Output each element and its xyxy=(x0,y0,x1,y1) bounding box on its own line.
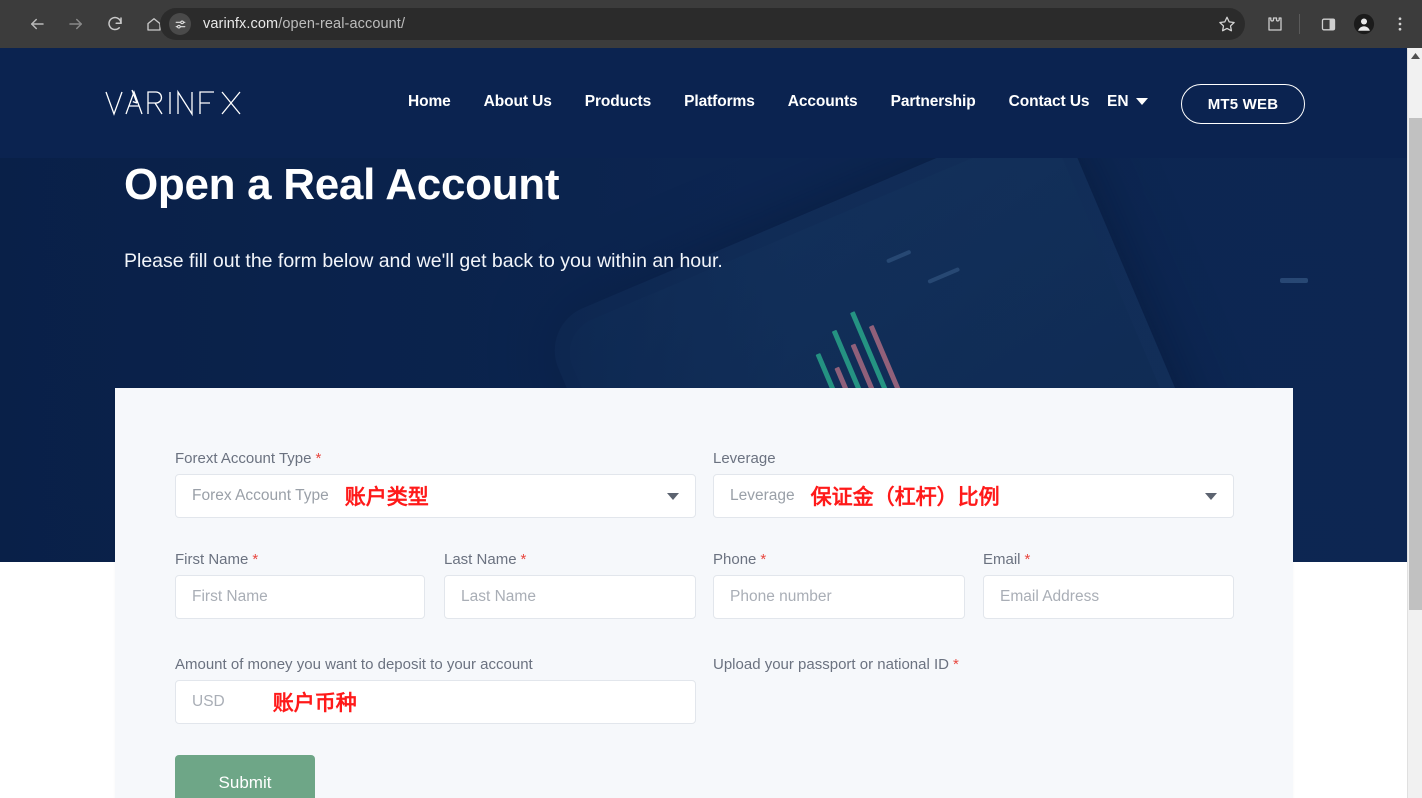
reload-button[interactable] xyxy=(100,9,130,39)
first-name-placeholder: First Name xyxy=(192,588,268,605)
varinfx-logo-icon xyxy=(105,89,241,117)
site-header: Home About Us Products Platforms Account… xyxy=(0,48,1407,158)
site-logo[interactable] xyxy=(104,89,244,117)
last-name-label: Last Name * xyxy=(444,551,526,568)
last-name-input[interactable]: Last Name xyxy=(444,575,696,619)
upload-id-label-text: Upload your passport or national ID xyxy=(713,656,949,673)
reload-icon xyxy=(108,16,122,31)
address-bar[interactable]: varinfx.com/open-real-account/ xyxy=(160,8,1245,40)
hero-subtext: Please fill out the form below and we'll… xyxy=(124,250,723,272)
phone-input[interactable]: Phone number xyxy=(713,575,965,619)
account-type-select[interactable]: Forex Account Type 账户类型 xyxy=(175,474,696,518)
email-label-text: Email xyxy=(983,551,1021,568)
first-name-required-mark: * xyxy=(252,551,259,568)
scroll-up-arrow-icon xyxy=(1410,53,1420,59)
deposit-amount-input[interactable]: USD 账户币种 xyxy=(175,680,696,724)
first-name-label-text: First Name xyxy=(175,551,249,568)
nav-link-products[interactable]: Products xyxy=(585,93,651,111)
profile-button[interactable] xyxy=(1349,9,1379,39)
account-type-required-mark: * xyxy=(315,450,322,467)
account-type-annotation: 账户类型 xyxy=(344,485,429,509)
first-name-input[interactable]: First Name xyxy=(175,575,425,619)
tune-settings-icon xyxy=(175,19,185,29)
language-label: EN xyxy=(1107,93,1129,110)
language-switcher[interactable]: EN xyxy=(1107,93,1148,111)
nav-link-platforms[interactable]: Platforms xyxy=(684,93,755,111)
nav-link-home[interactable]: Home xyxy=(408,93,451,111)
mt5-web-label: MT5 WEB xyxy=(1207,95,1279,113)
email-required-mark: * xyxy=(1024,551,1031,568)
leverage-label: Leverage xyxy=(713,450,776,467)
extensions-button[interactable] xyxy=(1260,9,1290,39)
submit-button[interactable]: Submit xyxy=(175,755,315,798)
last-name-label-text: Last Name xyxy=(444,551,517,568)
nav-link-contact-us[interactable]: Contact Us xyxy=(1009,93,1090,111)
email-input[interactable]: Email Address xyxy=(983,575,1234,619)
side-panel-icon xyxy=(1321,18,1335,30)
url-domain: varinfx.com xyxy=(203,16,279,32)
url-text: varinfx.com/open-real-account/ xyxy=(203,16,405,32)
side-panel-button[interactable] xyxy=(1313,9,1343,39)
nav-link-accounts[interactable]: Accounts xyxy=(788,93,858,111)
star-icon xyxy=(1219,16,1235,32)
browser-toolbar: varinfx.com/open-real-account/ xyxy=(0,0,1422,48)
hero-heading: Open a Real Account xyxy=(124,160,560,209)
forward-button[interactable] xyxy=(61,9,91,39)
page-viewport: Open a Real Account Please fill out the … xyxy=(0,48,1407,798)
upload-id-label: Upload your passport or national ID * xyxy=(713,656,959,673)
deposit-amount-annotation: 账户币种 xyxy=(272,691,357,715)
account-type-placeholder: Forex Account Type xyxy=(192,487,329,504)
scrollbar-thumb[interactable] xyxy=(1409,118,1422,610)
chrome-menu-button[interactable] xyxy=(1385,9,1415,39)
nav-link-partnership[interactable]: Partnership xyxy=(891,93,976,111)
leverage-placeholder: Leverage xyxy=(730,487,795,504)
page-scrollbar[interactable] xyxy=(1407,48,1422,798)
leverage-annotation: 保证金（杠杆）比例 xyxy=(810,485,1000,509)
scrollbar-up-button[interactable] xyxy=(1408,48,1422,64)
email-placeholder: Email Address xyxy=(1000,588,1100,605)
arrow-left-icon xyxy=(31,18,44,30)
arrow-right-icon xyxy=(69,18,82,30)
last-name-placeholder: Last Name xyxy=(461,588,536,605)
back-button[interactable] xyxy=(22,9,52,39)
first-name-label: First Name * xyxy=(175,551,258,568)
profile-avatar-icon xyxy=(1353,13,1375,35)
chevron-down-icon xyxy=(1135,98,1148,105)
deposit-amount-label-text: Amount of money you want to deposit to y… xyxy=(175,656,533,673)
last-name-required-mark: * xyxy=(520,551,527,568)
url-path: /open-real-account/ xyxy=(278,16,406,32)
upload-id-required-mark: * xyxy=(952,656,959,673)
phone-label: Phone * xyxy=(713,551,766,568)
deposit-amount-placeholder: USD xyxy=(192,693,225,710)
site-info-button[interactable] xyxy=(169,13,191,35)
extensions-puzzle-icon xyxy=(1268,17,1282,31)
chevron-down-icon xyxy=(667,493,679,500)
three-dot-menu-icon xyxy=(1398,17,1402,31)
deposit-amount-label: Amount of money you want to deposit to y… xyxy=(175,656,533,673)
leverage-select[interactable]: Leverage 保证金（杠杆）比例 xyxy=(713,474,1234,518)
primary-nav: Home About Us Products Platforms Account… xyxy=(408,93,1090,111)
toolbar-divider xyxy=(1299,14,1300,34)
registration-form-card: Forext Account Type * Forex Account Type … xyxy=(115,388,1293,798)
nav-link-about-us[interactable]: About Us xyxy=(484,93,552,111)
phone-required-mark: * xyxy=(760,551,767,568)
chevron-down-icon xyxy=(1205,493,1217,500)
mt5-web-button[interactable]: MT5 WEB xyxy=(1181,84,1305,124)
leverage-label-text: Leverage xyxy=(713,450,776,467)
phone-label-text: Phone xyxy=(713,551,757,568)
account-type-label: Forext Account Type * xyxy=(175,450,321,467)
phone-placeholder: Phone number xyxy=(730,588,832,605)
account-type-label-text: Forext Account Type xyxy=(175,450,312,467)
email-label: Email * xyxy=(983,551,1030,568)
bookmark-button[interactable] xyxy=(1212,9,1242,39)
